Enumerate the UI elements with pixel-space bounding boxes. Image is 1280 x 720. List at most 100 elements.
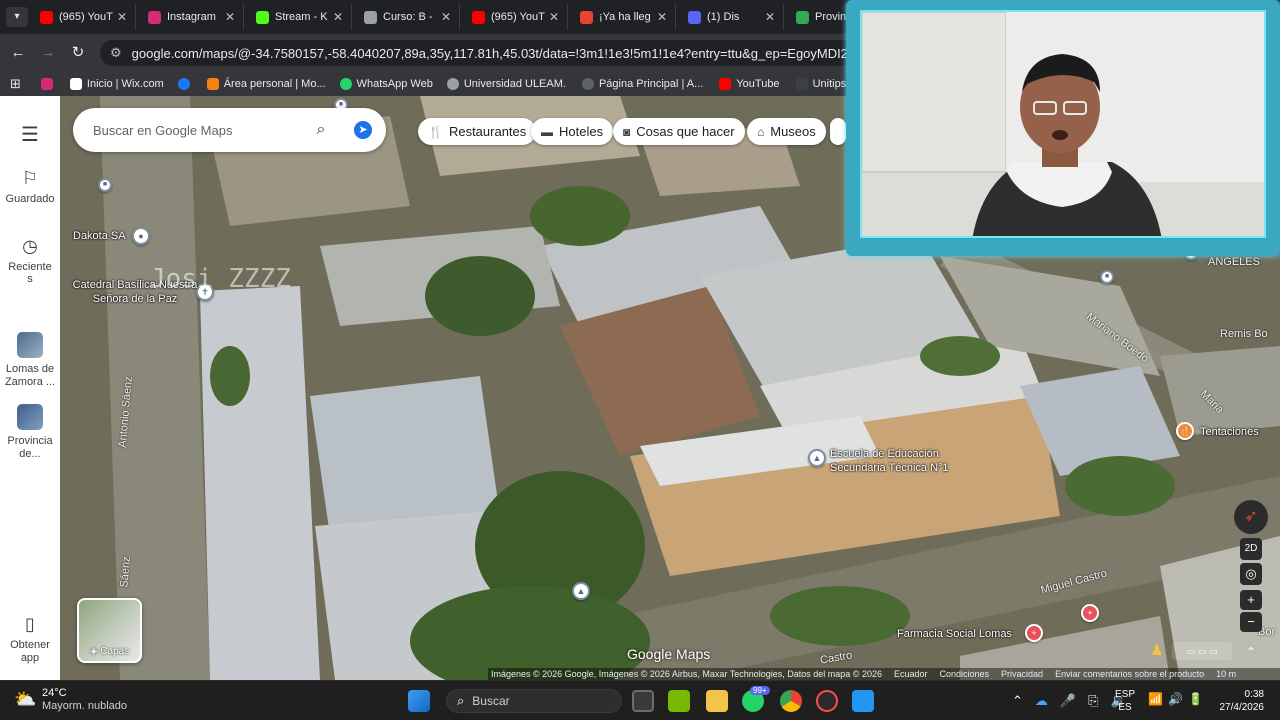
chip-museos[interactable]: ⌂ Museos — [747, 118, 826, 145]
close-icon[interactable]: ✕ — [225, 10, 235, 24]
search-input[interactable] — [93, 122, 303, 138]
chevron-up-icon[interactable]: ⌃ — [1012, 693, 1023, 709]
moodle-icon — [206, 78, 219, 90]
close-icon[interactable]: ✕ — [117, 10, 127, 24]
terms-link[interactable]: Condiciones — [940, 669, 990, 679]
battery-icon[interactable]: 🔋 — [1188, 692, 1203, 706]
bookmark-instagram[interactable] — [40, 78, 58, 90]
task-view-icon[interactable] — [632, 690, 654, 712]
close-icon[interactable]: ✕ — [549, 10, 559, 24]
place-thumbnail — [17, 332, 43, 358]
school-pin-icon[interactable]: ▲ — [808, 449, 826, 467]
recents-button[interactable]: ◷ Recientes — [0, 236, 60, 285]
zoom-in-button[interactable]: + — [1240, 590, 1262, 610]
tab-discord[interactable]: (1) Dis ✕ — [680, 4, 784, 30]
reload-icon[interactable]: ↻ — [68, 43, 88, 63]
apps-grid-icon[interactable]: ⊞ — [10, 76, 21, 92]
layers-button[interactable]: ◈ Capas — [77, 598, 142, 663]
pharmacy-pin-icon[interactable]: + — [1025, 624, 1043, 642]
my-location-icon[interactable]: ◎ — [1240, 563, 1262, 585]
view-2d-toggle[interactable]: 2D — [1240, 538, 1262, 560]
recent-place-provincia[interactable]: Provincia de... — [0, 404, 60, 461]
hamburger-menu-icon[interactable]: ☰ — [0, 122, 60, 151]
network-device-icon[interactable]: ⎘ — [1088, 693, 1098, 709]
compass-icon[interactable]: ➶ — [1234, 500, 1268, 534]
tab-title: Instagram — [167, 11, 216, 23]
saved-button[interactable]: ⚐ Guardado — [0, 168, 60, 205]
close-icon[interactable]: ✕ — [441, 10, 451, 24]
search-icon[interactable]: ⌕ — [311, 120, 331, 140]
webcam-image — [862, 12, 1264, 236]
privacy-link[interactable]: Privacidad — [1001, 669, 1043, 679]
pegman-icon[interactable]: ♟ — [1146, 640, 1168, 662]
tab-kick-stream[interactable]: Stream - K ✕ — [248, 4, 352, 30]
speaker-icon[interactable]: 🔊 — [1168, 692, 1183, 706]
onedrive-icon[interactable]: ☁ — [1035, 693, 1048, 709]
label-tentaciones[interactable]: Tentaciones — [1200, 426, 1259, 438]
bookmark-pagina-principal[interactable]: Página Principal | A... — [581, 78, 703, 90]
label-escuela[interactable]: Escuela de Educación Secundaria Técnica … — [830, 447, 970, 475]
instagram-icon — [40, 78, 53, 90]
app-icon[interactable] — [852, 690, 874, 712]
bed-icon: ▬ — [541, 124, 553, 139]
chip-cosas-que-hacer[interactable]: ◙ Cosas que hacer — [613, 118, 745, 145]
transit-pin-icon[interactable]: ■ — [98, 178, 112, 192]
language-indicator[interactable]: ESP ES — [1115, 688, 1135, 714]
bookmark-uleam[interactable]: Universidad ULEAM. — [446, 78, 566, 90]
close-icon[interactable]: ✕ — [765, 10, 775, 24]
chip-more[interactable] — [830, 118, 846, 145]
tab-youtube-2[interactable]: (965) YouT ✕ — [464, 4, 568, 30]
bookmark-wix[interactable]: Inicio | Wix.com — [69, 78, 164, 90]
weather-widget[interactable]: ⛅ 24°C Mayorm. nublado — [14, 687, 127, 713]
close-icon[interactable]: ✕ — [333, 10, 343, 24]
place-label: Lomas de Zamora ... — [4, 363, 56, 388]
bookmark-whatsapp[interactable]: WhatsApp Web — [339, 78, 433, 90]
tab-title: Stream - K — [275, 11, 328, 23]
wix-icon — [69, 78, 82, 90]
obs-icon[interactable] — [816, 690, 838, 712]
label-farmacia[interactable]: Farmacia Social Lomas — [897, 628, 1012, 640]
system-clock[interactable]: 0:38 27/4/2026 — [1214, 688, 1265, 714]
feedback-link[interactable]: Enviar comentarios sobre el producto — [1055, 669, 1204, 679]
bookmark-facebook[interactable] — [177, 78, 195, 90]
globe-icon — [581, 78, 594, 90]
chevron-up-icon[interactable]: ⌃ — [1240, 641, 1262, 663]
address-bar[interactable]: ⚙ google.com/maps/@-34.7580157,-58.40402… — [100, 40, 860, 66]
directions-icon[interactable]: ➤ — [354, 121, 372, 139]
site-info-icon[interactable]: ⚙ — [110, 45, 122, 61]
transit-pin-icon[interactable]: ■ — [1100, 270, 1114, 284]
file-explorer-icon[interactable] — [706, 690, 728, 712]
nvidia-icon[interactable] — [668, 690, 690, 712]
taskbar-search[interactable]: ⌕ Buscar — [446, 689, 622, 713]
tab-instagram[interactable]: Instagram ✕ — [140, 4, 244, 30]
place-thumbnail — [17, 404, 43, 430]
bookmark-moodle[interactable]: Área personal | Mo... — [206, 78, 326, 90]
maps-side-rail: ☰ ⚐ Guardado ◷ Recientes Lomas de Zamora… — [0, 96, 60, 680]
tab-youtube-1[interactable]: (965) YouT ✕ — [32, 4, 136, 30]
chrome-icon[interactable] — [780, 690, 802, 712]
pharmacy-pin-icon[interactable]: + — [1081, 604, 1099, 622]
restaurant-pin-icon[interactable]: 🍴 — [1176, 422, 1194, 440]
wifi-icon[interactable]: 📶 — [1148, 692, 1163, 706]
tab-search-chevron-icon[interactable]: ▾ — [6, 7, 28, 27]
chip-hoteles[interactable]: ▬ Hoteles — [531, 118, 614, 145]
zoom-out-button[interactable]: − — [1240, 612, 1262, 632]
get-app-button[interactable]: ▯ Obtener app — [0, 614, 60, 665]
label-remis: Remis Bo — [1220, 328, 1268, 340]
recent-place-lomas[interactable]: Lomas de Zamora ... — [0, 332, 60, 389]
region-link[interactable]: Ecuador — [894, 669, 928, 679]
bookmark-youtube[interactable]: YouTube — [719, 78, 780, 90]
label-dakota[interactable]: Dakota SA — [73, 230, 126, 242]
gmail-icon — [580, 10, 593, 24]
windows-start-icon[interactable] — [408, 690, 430, 712]
arrow-left-icon[interactable]: ← — [8, 43, 28, 63]
tab-gmail[interactable]: ¡Ya ha lleg ✕ — [572, 4, 676, 30]
tab-curso[interactable]: Curso: B - ✕ — [356, 4, 460, 30]
close-icon[interactable]: ✕ — [657, 10, 667, 24]
school-pin-icon[interactable]: ▲ — [572, 582, 590, 600]
arrow-right-icon[interactable]: → — [38, 43, 58, 63]
imagery-thumbnails[interactable]: ▭ ▭ ▭ — [1172, 642, 1232, 660]
microphone-icon[interactable]: 🎤 — [1060, 693, 1076, 709]
place-pin-dakota[interactable]: ● — [132, 227, 150, 245]
chip-restaurantes[interactable]: 🍴 Restaurantes — [418, 118, 537, 145]
